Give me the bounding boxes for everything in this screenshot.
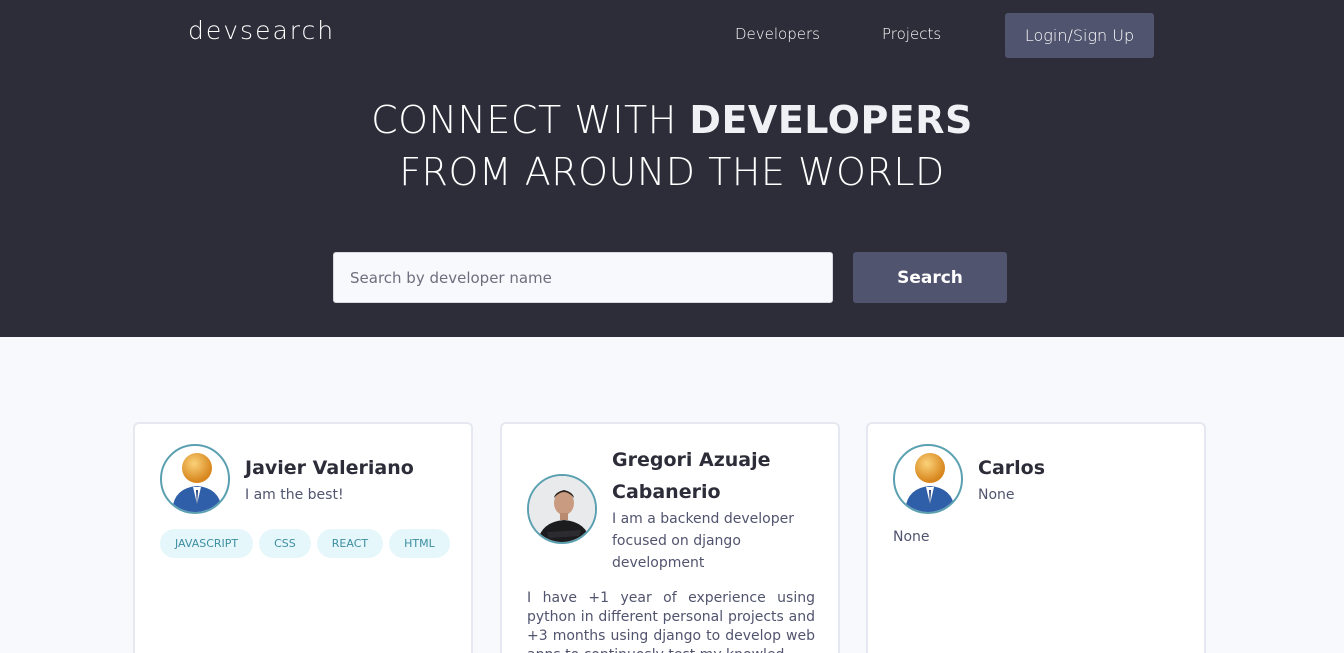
hero-headline: CONNECT WITH DEVELOPERS FROM AROUND THE …	[0, 94, 1344, 198]
skill-tags: JAVASCRIPT CSS REACT HTML	[160, 529, 450, 558]
developer-card[interactable]: Gregori Azuaje Cabanerio I am a backend …	[500, 422, 840, 653]
developer-card[interactable]: Carlos None None	[866, 422, 1206, 653]
nav-link-developers[interactable]: Developers	[735, 25, 820, 43]
developer-name[interactable]: Javier Valeriano	[245, 452, 414, 484]
developer-photo-avatar	[527, 474, 597, 544]
skill-tag: CSS	[259, 529, 311, 558]
developer-name[interactable]: Gregori Azuaje Cabanerio	[612, 444, 822, 508]
developer-headline: I am a backend developer focused on djan…	[612, 511, 794, 571]
headline-regular: CONNECT WITH	[371, 98, 690, 142]
headline-bold: DEVELOPERS	[689, 98, 973, 142]
skill-tag: REACT	[316, 529, 384, 558]
headline-line2: FROM AROUND THE WORLD	[399, 150, 945, 194]
developer-bio: None	[893, 529, 930, 545]
skill-tag: JAVASCRIPT	[160, 529, 254, 558]
hero-header: devsearch Developers Projects Login/Sign…	[0, 0, 1344, 337]
search-button[interactable]: Search	[853, 252, 1007, 303]
developer-headline: I am the best!	[245, 487, 344, 503]
default-user-avatar-icon	[893, 444, 963, 514]
logo[interactable]: devsearch	[188, 16, 335, 45]
default-user-avatar-icon	[160, 444, 230, 514]
developer-name[interactable]: Carlos	[978, 452, 1045, 484]
search-input[interactable]	[333, 252, 833, 303]
login-signup-button[interactable]: Login/Sign Up	[1005, 13, 1154, 58]
nav-link-projects[interactable]: Projects	[882, 25, 941, 43]
developer-headline: None	[978, 487, 1015, 503]
developer-card[interactable]: Javier Valeriano I am the best! JAVASCRI…	[133, 422, 473, 653]
developer-bio: I have +1 year of experience using pytho…	[527, 590, 815, 653]
logo-text: devsearch	[188, 16, 336, 45]
skill-tag: HTML	[389, 529, 450, 558]
